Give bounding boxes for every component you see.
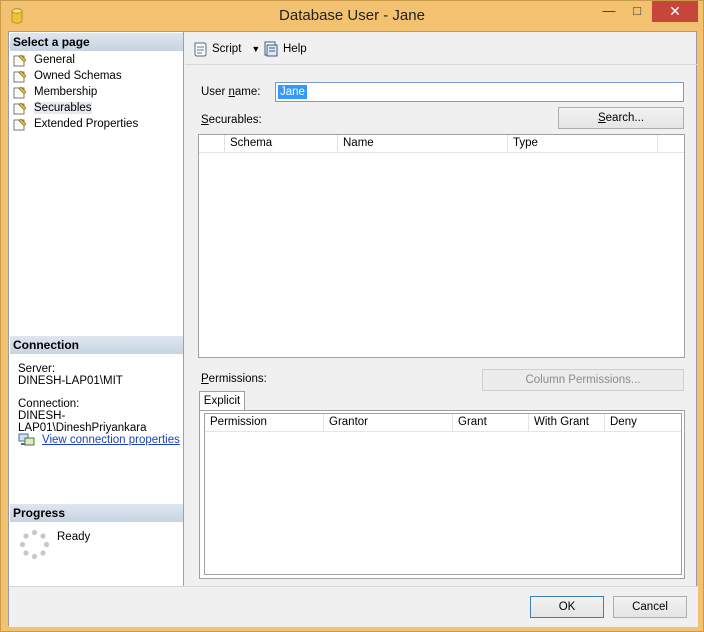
securables-grid[interactable]: Schema Name Type (198, 134, 685, 358)
page-item-label: General (34, 54, 75, 66)
column-name[interactable]: Name (338, 135, 508, 153)
page-wrench-icon (13, 102, 27, 114)
column-schema[interactable]: Schema (225, 135, 338, 153)
page-wrench-icon (13, 118, 27, 130)
title-bar[interactable]: Database User - Jane — □ ✕ (1, 1, 703, 31)
dialog-button-bar: OK Cancel (9, 586, 698, 627)
column-deny[interactable]: Deny (605, 414, 681, 432)
page-item-extended-properties[interactable]: Extended Properties (13, 116, 138, 132)
progress-header: Progress (10, 504, 183, 522)
close-button[interactable]: ✕ (652, 1, 698, 22)
user-name-field[interactable]: Jane (275, 82, 684, 102)
progress-status: Ready (57, 531, 91, 543)
view-connection-properties-link[interactable]: View connection properties (42, 434, 180, 446)
user-name-label: User name: (201, 86, 260, 98)
securables-grid-header: Schema Name Type (199, 135, 684, 153)
user-name-value: Jane (278, 85, 307, 99)
connection-label: Connection: (18, 398, 80, 410)
view-connection-properties[interactable]: View connection properties (18, 433, 180, 447)
securables-label: Securables: (201, 114, 262, 126)
permissions-grid-header: Permission Grantor Grant With Grant Deny (205, 414, 681, 432)
connection-properties-icon (18, 433, 35, 446)
permissions-label: Permissions: (201, 373, 267, 385)
column-grantor[interactable]: Grantor (324, 414, 453, 432)
permissions-grid[interactable]: Permission Grantor Grant With Grant Deny (204, 413, 682, 575)
user-name-label-text: User name: (201, 86, 261, 98)
select-page-header: Select a page (10, 33, 183, 51)
page-item-label: Securables (34, 102, 92, 114)
script-icon (194, 42, 207, 57)
column-with-grant[interactable]: With Grant (529, 414, 605, 432)
progress-spinner-icon (19, 529, 50, 560)
left-pane: Select a page General Owned Schemas Memb… (9, 32, 184, 586)
help-label: Help (283, 43, 307, 55)
column-grant[interactable]: Grant (453, 414, 529, 432)
page-wrench-icon (13, 86, 27, 98)
script-button[interactable]: Script ▼ (192, 40, 260, 58)
page-item-label: Membership (34, 86, 98, 98)
page-item-general[interactable]: General (13, 52, 75, 68)
dialog-window: Database User - Jane — □ ✕ Select a page… (0, 0, 704, 632)
right-pane: Script ▼ Help User name: Jane Securables… (185, 32, 698, 586)
maximize-button[interactable]: □ (623, 1, 651, 22)
server-label: Server: (18, 363, 56, 375)
page-item-label: Extended Properties (34, 118, 139, 130)
page-wrench-icon (13, 70, 27, 82)
server-value: DINESH-LAP01\MIT (18, 375, 123, 387)
help-button[interactable]: Help (263, 40, 307, 58)
connection-value: DINESH-LAP01\DineshPriyankara (18, 410, 147, 434)
help-icon (264, 41, 278, 57)
page-item-label: Owned Schemas (34, 70, 122, 82)
row-header-column (199, 135, 225, 153)
toolbar: Script ▼ Help (185, 32, 698, 65)
page-item-securables[interactable]: Securables (13, 100, 92, 116)
page-wrench-icon (13, 54, 27, 66)
column-permissions-button[interactable]: Column Permissions... (482, 369, 684, 391)
page-item-membership[interactable]: Membership (13, 84, 97, 100)
column-permission[interactable]: Permission (205, 414, 324, 432)
dialog-client-area: Select a page General Owned Schemas Memb… (8, 31, 698, 627)
minimize-button[interactable]: — (595, 1, 623, 22)
search-button[interactable]: Search... (558, 107, 684, 129)
tab-explicit[interactable]: Explicit (199, 391, 245, 411)
script-label: Script (212, 43, 242, 55)
connection-header: Connection (10, 336, 183, 354)
page-item-owned-schemas[interactable]: Owned Schemas (13, 68, 122, 84)
cancel-button[interactable]: Cancel (613, 596, 687, 618)
explicit-tab-panel: Permission Grantor Grant With Grant Deny (199, 410, 685, 579)
ok-button[interactable]: OK (530, 596, 604, 618)
chevron-down-icon[interactable]: ▼ (251, 44, 260, 54)
column-type[interactable]: Type (508, 135, 658, 153)
